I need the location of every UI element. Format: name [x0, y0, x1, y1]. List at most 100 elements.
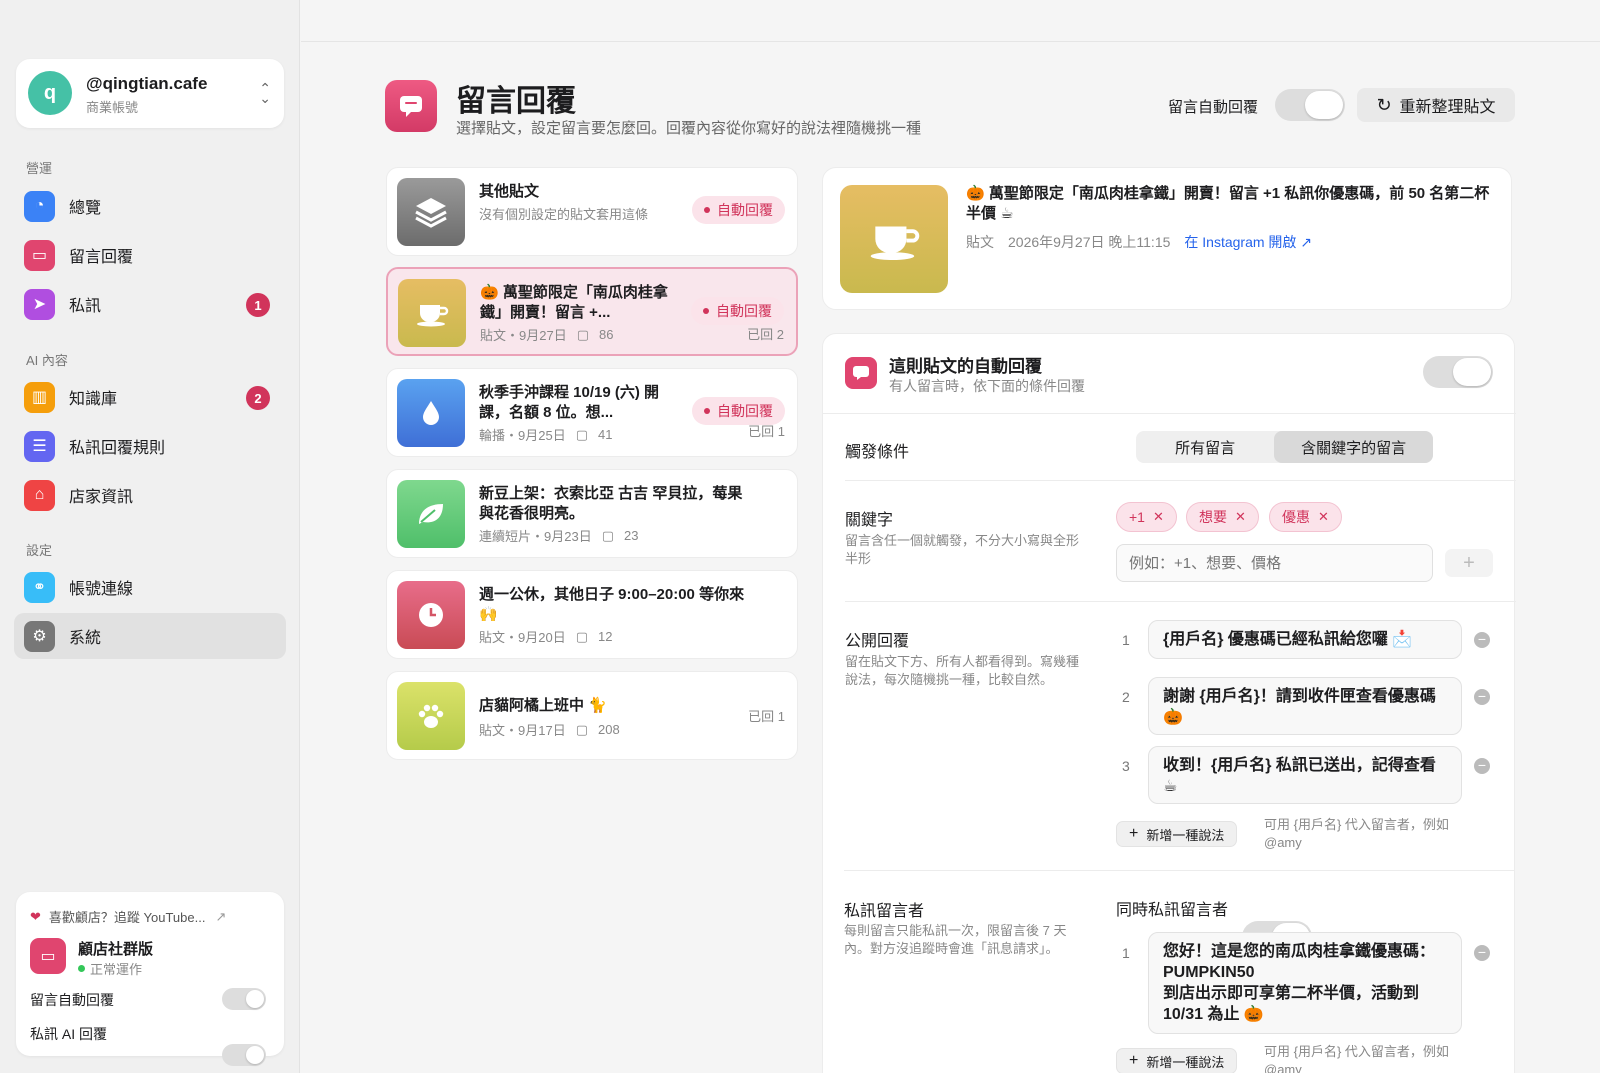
sidebar-item-account-link[interactable]: ⚭ 帳號連線: [14, 564, 286, 610]
count-badge: 2: [246, 386, 270, 410]
remove-tag-icon[interactable]: ✕: [1235, 509, 1246, 525]
dashboard-icon: ◔: [24, 190, 55, 222]
replied-count: 已回 1: [748, 424, 785, 439]
coffee-cup-icon: [398, 279, 466, 347]
section-label-ai: AI 內容: [26, 353, 68, 368]
dm-ai-label: 私訊 AI 回覆: [30, 1026, 108, 1042]
section-label-settings: 設定: [26, 543, 53, 558]
post-desc: 沒有個別設定的貼文套用這條: [479, 207, 649, 222]
account-switcher[interactable]: q @qingtian.cafe 商業帳號 ⌃ ⌄: [16, 59, 284, 128]
post-meta: 貼文・9月17日 ▢ 208: [479, 721, 620, 739]
post-item-halloween[interactable]: 🎃 萬聖節限定「南瓜肉桂拿鐵」開賣！留言 +... 貼文・9月27日 ▢ 86 …: [386, 267, 798, 356]
store-icon: ⌂: [24, 479, 55, 511]
post-meta: 貼文・9月27日 ▢ 86: [480, 326, 614, 344]
sidebar-item-overview[interactable]: ◔ 總覽: [14, 183, 286, 229]
post-title: 新豆上架：衣索比亞 古吉 罕貝拉，莓果與花香很明亮。: [479, 485, 743, 522]
replied-count: 已回 1: [748, 709, 785, 724]
refresh-posts-button[interactable]: ↻ 重新整理貼文: [1357, 88, 1515, 122]
remove-reply-icon[interactable]: −: [1474, 758, 1490, 774]
sidebar-item-comment-reply[interactable]: ▭ 留言回覆: [14, 232, 286, 278]
post-title: 週一公休，其他日子 9:00–20:00 等你來 🙌: [479, 586, 745, 623]
remove-tag-icon[interactable]: ✕: [1153, 509, 1164, 525]
sidebar-item-dm-rules[interactable]: ☰ 私訊回覆規則: [14, 423, 286, 469]
add-reply-variant-button[interactable]: + 新增一種說法: [1116, 821, 1238, 847]
segment-keyword-comments[interactable]: 含關鍵字的留言: [1274, 431, 1433, 463]
sliders-icon: ☰: [24, 430, 55, 462]
divider: [845, 601, 1516, 602]
replied-count: 已回 2: [747, 327, 784, 342]
reply-index: 1: [1122, 632, 1130, 648]
remove-tag-icon[interactable]: ✕: [1318, 509, 1329, 525]
auto-reply-toggle[interactable]: [1275, 89, 1345, 121]
paw-icon: [397, 682, 465, 750]
sidebar-item-store-info[interactable]: ⌂ 店家資訊: [14, 472, 286, 518]
promo-card: ❤ 喜歡顧店？追蹤 YouTube... ↗ ▭ 顧店社群版 正常運作 留言自動…: [16, 892, 284, 1066]
dm-ai-toggle[interactable]: [222, 1044, 266, 1066]
unread-badge: 1: [246, 293, 270, 317]
post-item-cat[interactable]: 店貓阿橘上班中 🐈 貼文・9月17日 ▢ 208 已回 1: [386, 671, 798, 760]
public-reply-option[interactable]: {用戶名} 優惠碼已經私訊給您囉 📩: [1148, 620, 1462, 659]
account-handle: @qingtian.cafe: [86, 74, 208, 93]
divider: [844, 870, 1515, 871]
top-bar: [301, 0, 1600, 42]
layers-icon: [397, 178, 465, 246]
auto-comment-toggle[interactable]: [222, 988, 266, 1010]
post-meta: 貼文・9月20日 ▢ 12: [479, 628, 613, 646]
heart-icon: ❤: [30, 908, 41, 924]
keyword-tag: +1 ✕: [1116, 502, 1177, 532]
add-keyword-button[interactable]: +: [1445, 549, 1493, 577]
youtube-link[interactable]: ❤ 喜歡顧店？追蹤 YouTube... ↗: [30, 907, 226, 926]
post-item-course[interactable]: 秋季手沖課程 10/19 (六) 開課，名額 8 位。想... 輪播・9月25日…: [386, 368, 798, 457]
comment-count-icon: ▢: [575, 721, 588, 737]
remove-reply-icon[interactable]: −: [1474, 689, 1490, 705]
post-meta: 輪播・9月25日 ▢ 41: [479, 426, 613, 444]
keyword-tag: 想要 ✕: [1186, 502, 1259, 532]
leaf-icon: [397, 480, 465, 548]
plus-icon: +: [1129, 1052, 1139, 1069]
avatar: q: [28, 71, 72, 115]
post-title: 店貓阿橘上班中 🐈: [479, 697, 607, 714]
post-detail-meta: 貼文 2026年9月27日 晚上11:15 在 Instagram 開啟 ↗: [966, 232, 1313, 252]
dm-reply-option[interactable]: 您好！這是您的南瓜肉桂拿鐵優惠碼：PUMPKIN50 到店出示即可享第二杯半價，…: [1148, 932, 1462, 1034]
divider: [845, 480, 1516, 481]
section-label-ops: 營運: [26, 161, 53, 176]
public-reply-option[interactable]: 謝謝 {用戶名}！請到收件匣查看優惠碼 🎃: [1148, 677, 1462, 735]
remove-reply-icon[interactable]: −: [1474, 945, 1490, 961]
add-dm-hint: 可用 {用戶名} 代入留言者，例如 @amy: [1264, 1044, 1449, 1073]
keyword-input[interactable]: [1116, 544, 1433, 582]
sidebar-item-dm[interactable]: ➤ 私訊 1: [14, 281, 286, 327]
add-dm-variant-button[interactable]: + 新增一種說法: [1116, 1048, 1238, 1073]
app-name: 顧店社群版: [78, 941, 154, 958]
reply-index: 3: [1122, 758, 1130, 774]
dm-commenter-hint: 每則留言只能私訊一次，限留言後 7 天內。對方沒追蹤時會進「訊息請求」。: [844, 923, 1067, 956]
auto-comment-label: 留言自動回覆: [30, 992, 114, 1008]
divider: [823, 413, 1516, 414]
reply-index: 2: [1122, 689, 1130, 705]
external-link-icon: ↗: [215, 908, 227, 924]
post-meta: 連續短片・9月23日 ▢ 23: [479, 527, 639, 545]
sidebar-item-knowledge[interactable]: ▥ 知識庫 2: [14, 374, 286, 420]
keyword-hint: 留言含任一個就觸發，不分大小寫與全形半形: [845, 533, 1080, 566]
plus-icon: +: [1129, 825, 1139, 842]
comment-icon: [845, 357, 877, 389]
app-logo-icon: ▭: [30, 938, 66, 974]
post-item-new-beans[interactable]: 新豆上架：衣索比亞 古吉 罕貝拉，莓果與花香很明亮。 連續短片・9月23日 ▢ …: [386, 469, 798, 558]
remove-reply-icon[interactable]: −: [1474, 632, 1490, 648]
public-reply-label: 公開回覆: [845, 633, 910, 650]
send-icon: ➤: [24, 288, 55, 320]
water-drop-icon: [397, 379, 465, 447]
post-item-hours[interactable]: 週一公休，其他日子 9:00–20:00 等你來 🙌 貼文・9月20日 ▢ 12: [386, 570, 798, 659]
open-instagram-link[interactable]: 在 Instagram 開啟 ↗: [1184, 232, 1312, 252]
post-title: 秋季手沖課程 10/19 (六) 開課，名額 8 位。想...: [479, 384, 660, 421]
reply-index: 1: [1122, 945, 1130, 961]
segment-all-comments[interactable]: 所有留言: [1136, 431, 1274, 463]
comment-count-icon: ▢: [601, 527, 614, 543]
public-reply-option[interactable]: 收到！{用戶名} 私訊已送出，記得查看 ☕: [1148, 746, 1462, 804]
comment-icon: ▭: [24, 239, 55, 271]
sidebar-item-system[interactable]: ⚙ 系統: [14, 613, 286, 659]
post-item-other[interactable]: 其他貼文 沒有個別設定的貼文套用這條 自動回覆: [386, 167, 798, 256]
gear-icon: ⚙: [24, 620, 55, 652]
rule-enable-toggle[interactable]: [1423, 356, 1493, 388]
trigger-label: 觸發條件: [845, 444, 910, 461]
comment-count-icon: ▢: [575, 628, 588, 644]
